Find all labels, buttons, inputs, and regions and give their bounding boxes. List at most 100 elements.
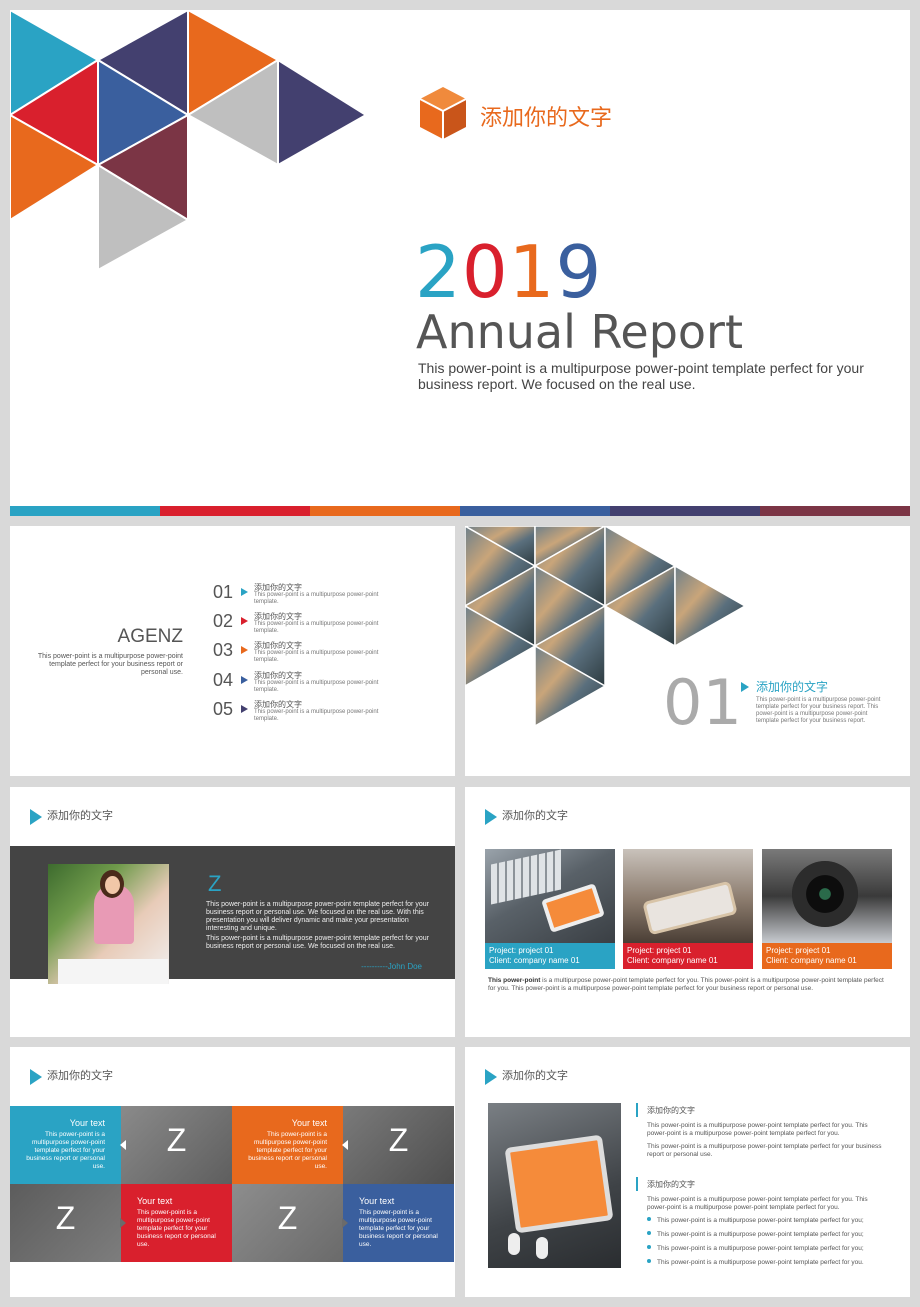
arrow-icon: [485, 1069, 497, 1085]
agenda-number: 05: [213, 699, 234, 719]
project-caption: Project: project 01 Client: company name…: [485, 943, 615, 969]
agenda-slide[interactable]: AGENZ This power-point is a multipurpose…: [10, 526, 455, 776]
block-heading: 添加你的文字: [647, 1106, 695, 1115]
project-image: [623, 849, 753, 943]
agenda-text: This power-point is a multipurpose power…: [254, 680, 379, 693]
agenda-number: 04: [213, 670, 234, 690]
section-number: 01: [663, 666, 742, 739]
text-tile: Your text This power-point is a multipur…: [120, 1184, 232, 1262]
section-heading: 添加你的文字: [756, 680, 829, 694]
agenda-item[interactable]: 01 添加你的文字 This power-point is a multipur…: [213, 582, 413, 608]
cover-slide[interactable]: 添加你的文字 2019 Annual Report This power-poi…: [10, 10, 910, 516]
desc-bold: This power-point: [488, 977, 541, 984]
agenda-number: 03: [213, 640, 234, 660]
tile-letter: Z: [166, 1122, 187, 1158]
project-image: [485, 849, 615, 943]
bullet-item: This power-point is a multipurpose power…: [647, 1259, 892, 1266]
woman-photo: [48, 864, 169, 984]
profile-paragraph-2: This power-point is a multipurpose power…: [206, 935, 429, 950]
year-digit: 9: [555, 230, 603, 314]
project-card[interactable]: Project: project 01 Client: company name…: [762, 849, 892, 969]
agenda-text: This power-point is a multipurpose power…: [254, 621, 379, 634]
project-name: Project: project 01: [489, 946, 554, 955]
arrow-icon: [485, 809, 497, 825]
tile-text: This power-point is a multipurpose power…: [359, 1209, 438, 1248]
year-heading: 2019: [415, 230, 602, 314]
block-paragraph: This power-point is a multipurpose power…: [647, 1122, 868, 1137]
project-image: [762, 849, 892, 943]
earphones-slide[interactable]: 添加你的文字 添加你的文字 This power-point is a mult…: [465, 1047, 910, 1297]
triangle-mosaic: [10, 10, 368, 272]
cube-icon: [419, 87, 467, 139]
grid-slide[interactable]: 添加你的文字 Your text This power-point is a m…: [10, 1047, 455, 1297]
tile-title: Your text: [359, 1196, 395, 1206]
desc-rest: is a multipurpose power-point template p…: [488, 977, 884, 992]
block-paragraph: This power-point is a multipurpose power…: [647, 1143, 882, 1158]
agenda-number: 01: [213, 582, 234, 602]
project-card[interactable]: Project: project 01 Client: company name…: [623, 849, 753, 969]
dark-band: Z This power-point is a multipurpose pow…: [10, 846, 455, 984]
image-tile: Z: [10, 1184, 121, 1262]
tile-text: This power-point is a multipurpose power…: [248, 1131, 327, 1170]
arrow-icon: [30, 1069, 42, 1085]
cover-badge-text: 添加你的文字: [480, 106, 613, 131]
bullet-text: This power-point is a multipurpose power…: [657, 1217, 864, 1224]
project-card[interactable]: Project: project 01 Client: company name…: [485, 849, 615, 969]
arrow-icon: [241, 705, 248, 713]
arrow-icon: [741, 682, 749, 692]
slide-header: 添加你的文字: [502, 1069, 568, 1082]
color-bar: [10, 506, 910, 516]
tile-title: Your text: [137, 1196, 173, 1206]
tile-letter: Z: [277, 1200, 298, 1236]
arrow-icon: [30, 809, 42, 825]
project-name: Project: project 01: [766, 946, 831, 955]
tile-text: This power-point is a multipurpose power…: [26, 1131, 105, 1170]
bullet-text: This power-point is a multipurpose power…: [657, 1231, 864, 1238]
text-tile: Your text This power-point is a multipur…: [10, 1106, 121, 1184]
block-paragraph: This power-point is a multipurpose power…: [647, 1196, 868, 1211]
text-tile: Your text This power-point is a multipur…: [342, 1184, 454, 1262]
agenda-item[interactable]: 05 添加你的文字 This power-point is a multipur…: [213, 699, 413, 725]
image-tile: Z: [232, 1184, 343, 1262]
agenda-item[interactable]: 04 添加你的文字 This power-point is a multipur…: [213, 670, 413, 696]
profile-slide[interactable]: 添加你的文字 Z This power-point is a multipurp…: [10, 787, 455, 1037]
agenda-item[interactable]: 02 添加你的文字 This power-point is a multipur…: [213, 611, 413, 637]
project-caption: Project: project 01 Client: company name…: [623, 943, 753, 969]
image-tile: Z: [120, 1106, 232, 1184]
arrow-icon: [241, 617, 248, 625]
agenda-text: This power-point is a multipurpose power…: [254, 592, 379, 605]
projects-description: This power-point is a multipurpose power…: [488, 977, 893, 993]
agenda-item[interactable]: 03 添加你的文字 This power-point is a multipur…: [213, 640, 413, 666]
cover-title: Annual Report: [416, 305, 744, 359]
bullet-item: This power-point is a multipurpose power…: [647, 1245, 892, 1252]
tile-text: This power-point is a multipurpose power…: [137, 1209, 216, 1248]
agenda-description: This power-point is a multipurpose power…: [37, 653, 183, 676]
bullet-text: This power-point is a multipurpose power…: [657, 1259, 864, 1266]
bullet-item: This power-point is a multipurpose power…: [647, 1231, 892, 1238]
profile-paragraph-1: This power-point is a multipurpose power…: [206, 901, 429, 932]
agenda-title: AGENZ: [117, 626, 183, 647]
client-name: Client: company name 01: [489, 956, 580, 965]
text-tile: Your text This power-point is a multipur…: [232, 1106, 343, 1184]
agenda-text: This power-point is a multipurpose power…: [254, 650, 379, 663]
year-digit: 2: [415, 230, 462, 314]
agenda-text: This power-point is a multipurpose power…: [254, 709, 379, 722]
tile-title: Your text: [69, 1118, 105, 1128]
block-heading: 添加你的文字: [647, 1180, 695, 1189]
arrow-icon: [241, 646, 248, 654]
quote-letter: Z: [208, 871, 222, 896]
project-name: Project: project 01: [627, 946, 692, 955]
signature: ----------John Doe: [361, 962, 422, 971]
client-name: Client: company name 01: [627, 956, 718, 965]
project-caption: Project: project 01 Client: company name…: [762, 943, 892, 969]
arrow-icon: [241, 676, 248, 684]
cover-subtitle: This power-point is a multipurpose power…: [418, 360, 864, 392]
bullet-text: This power-point is a multipurpose power…: [657, 1245, 864, 1252]
section-text: This power-point is a multipurpose power…: [756, 697, 881, 724]
tile-title: Your text: [291, 1118, 327, 1128]
projects-slide[interactable]: 添加你的文字 Project: project 01 Client: compa…: [465, 787, 910, 1037]
section-slide[interactable]: 01 添加你的文字 This power-point is a multipur…: [465, 526, 910, 776]
image-tile: Z: [342, 1106, 454, 1184]
arrow-icon: [241, 588, 248, 596]
client-name: Client: company name 01: [766, 956, 857, 965]
